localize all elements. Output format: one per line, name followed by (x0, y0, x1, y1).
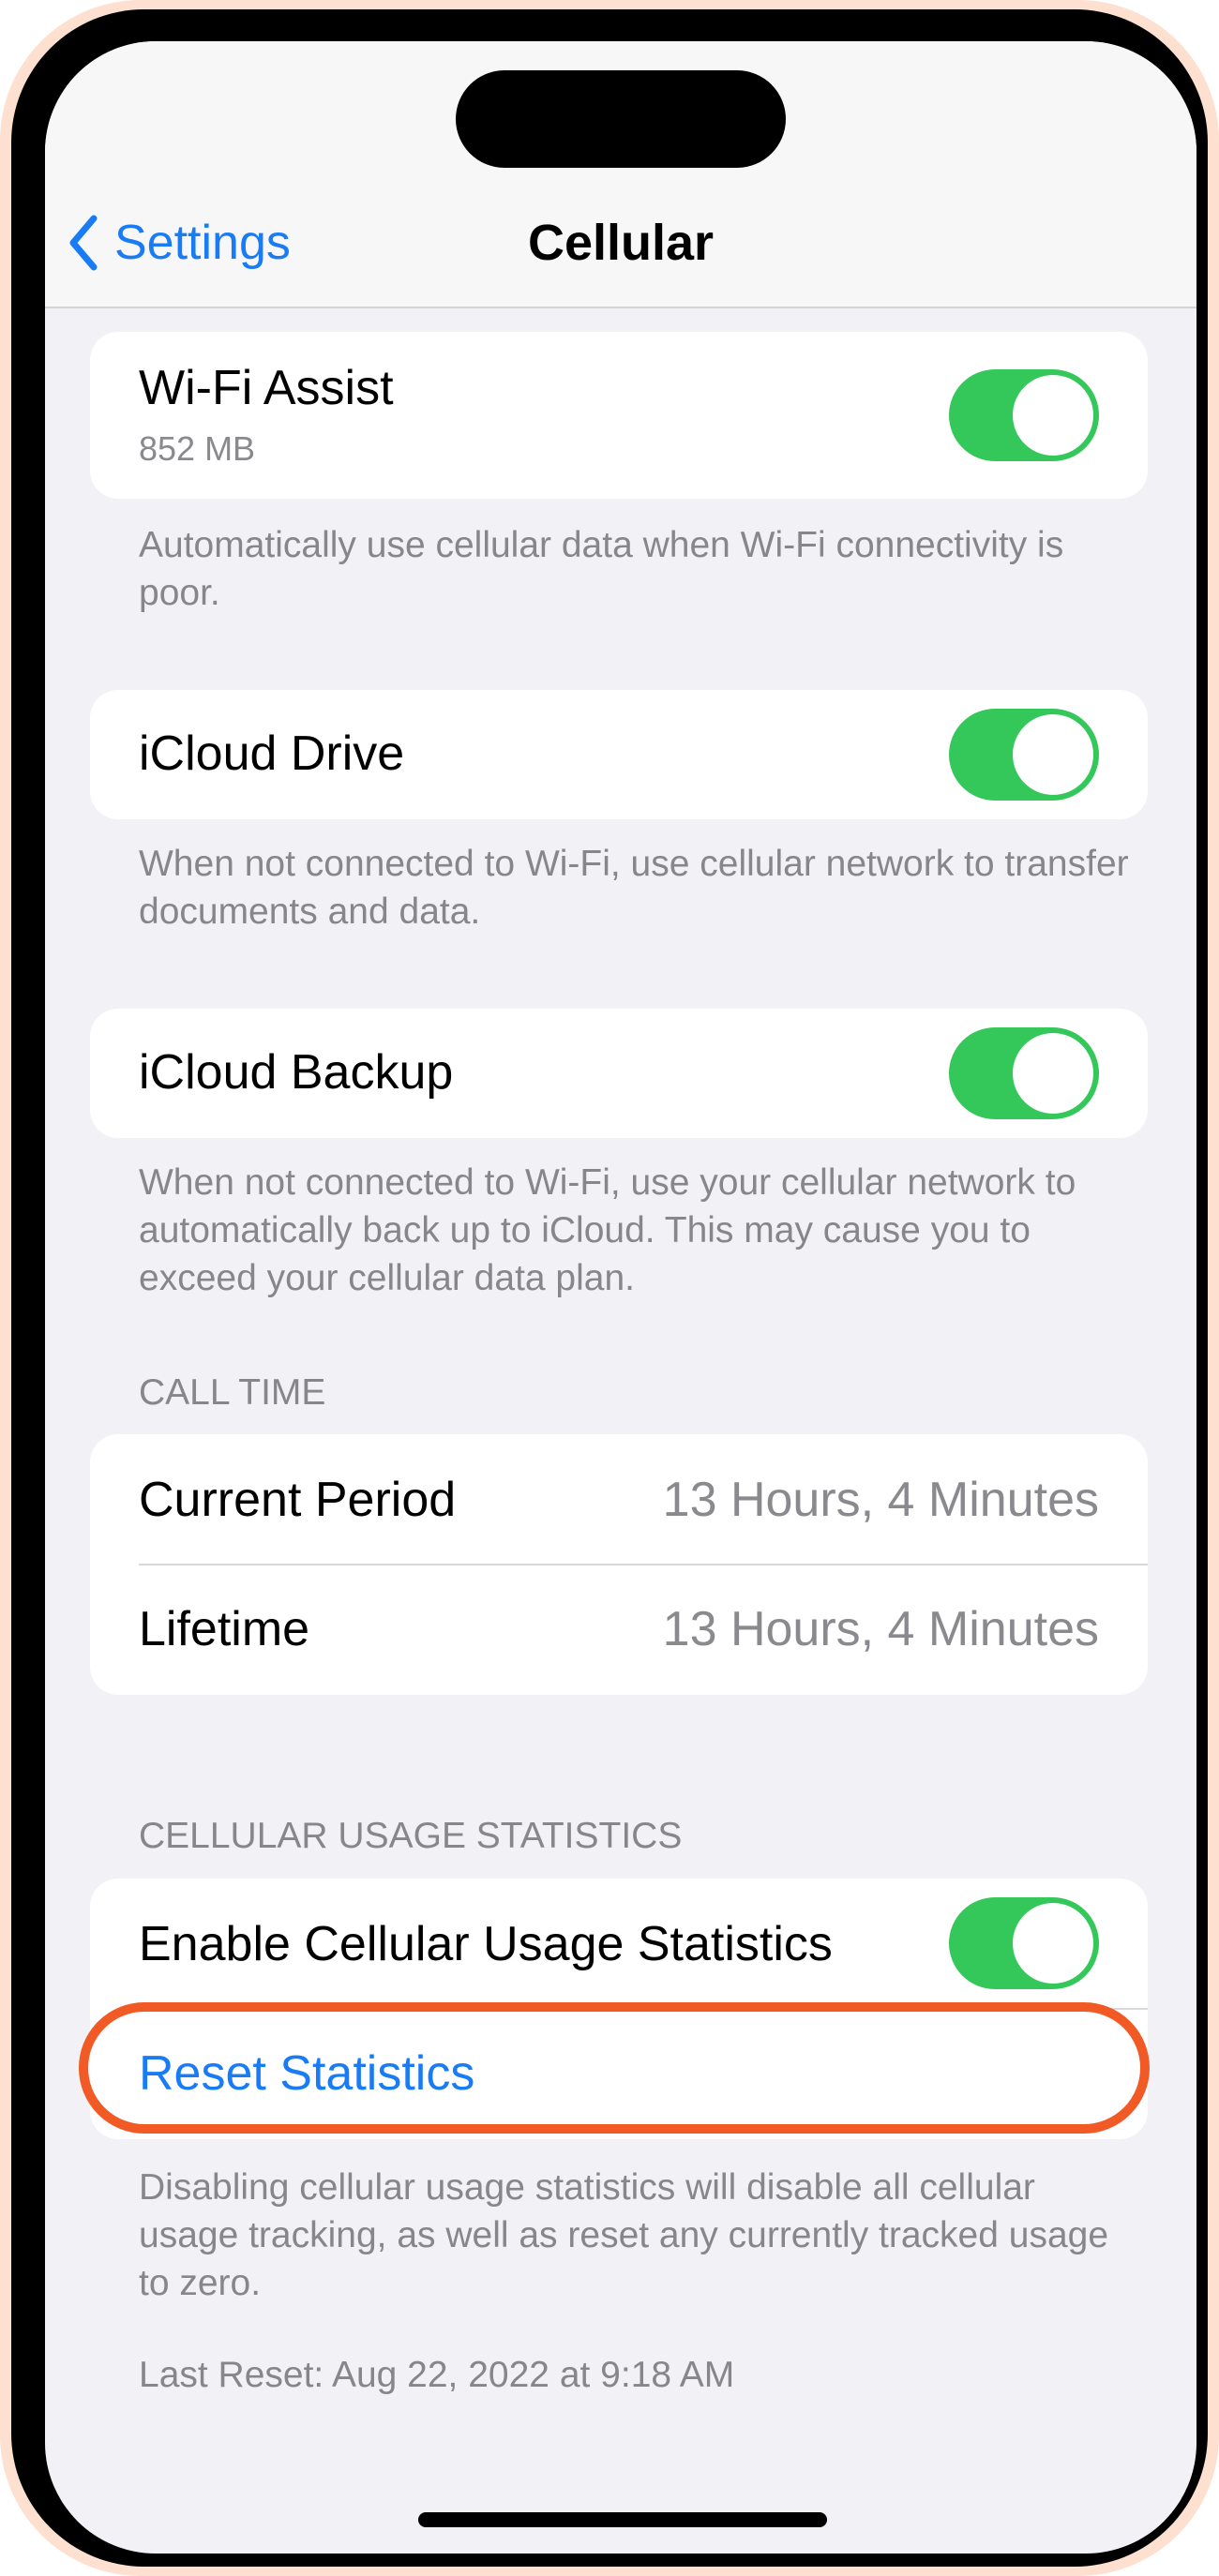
dynamic-island (456, 70, 786, 168)
home-indicator (418, 2512, 827, 2527)
call-time-header: CALL TIME (139, 1372, 326, 1413)
toggle-knob (1013, 375, 1093, 456)
icloud-drive-card: iCloud Drive (90, 690, 1148, 819)
wifi-assist-card: Wi-Fi Assist 852 MB (90, 332, 1148, 499)
page-title: Cellular (527, 215, 715, 271)
icloud-backup-label: iCloud Backup (139, 1045, 454, 1100)
enable-usage-statistics-toggle[interactable] (949, 1897, 1099, 1989)
usage-statistics-footnote: Disabling cellular usage statistics will… (139, 2167, 1109, 2303)
wifi-assist-toggle[interactable] (949, 369, 1099, 461)
toggle-knob (1013, 1033, 1093, 1114)
lifetime-label: Lifetime (139, 1602, 310, 1656)
icloud-drive-toggle[interactable] (949, 709, 1099, 801)
phone-frame: Settings Cellular Wi-Fi Assist 852 MB Au… (11, 9, 1208, 2567)
enable-usage-statistics-label: Enable Cellular Usage Statistics (139, 1917, 833, 1971)
reset-statistics-highlight (79, 2002, 1150, 2134)
wifi-assist-usage: 852 MB (139, 429, 256, 468)
screen: Settings Cellular Wi-Fi Assist 852 MB Au… (45, 41, 1196, 2554)
current-period-label: Current Period (139, 1473, 457, 1527)
call-time-card: Current Period 13 Hours, 4 Minutes Lifet… (90, 1434, 1148, 1695)
icloud-drive-label: iCloud Drive (139, 726, 405, 781)
current-period-value: 13 Hours, 4 Minutes (662, 1473, 1099, 1527)
toggle-knob (1013, 1903, 1093, 1984)
icloud-backup-footnote: When not connected to Wi-Fi, use your ce… (139, 1162, 1076, 1298)
wifi-assist-footnote: Automatically use cellular data when Wi-… (139, 525, 1064, 613)
lifetime-value: 13 Hours, 4 Minutes (662, 1602, 1099, 1656)
wifi-assist-label: Wi-Fi Assist (139, 361, 394, 415)
last-reset-text: Last Reset: Aug 22, 2022 at 9:18 AM (139, 2355, 735, 2395)
usage-statistics-header: CELLULAR USAGE STATISTICS (139, 1816, 683, 1856)
icloud-backup-card: iCloud Backup (90, 1009, 1148, 1138)
icloud-drive-footnote: When not connected to Wi-Fi, use cellula… (139, 844, 1129, 932)
row-divider (139, 1564, 1148, 1565)
icloud-backup-toggle[interactable] (949, 1027, 1099, 1119)
toggle-knob (1013, 714, 1093, 795)
